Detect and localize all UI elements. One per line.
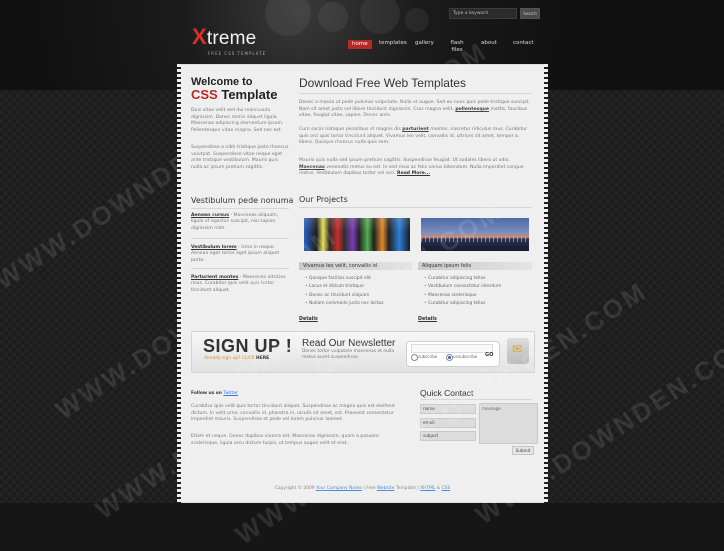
read-more-link[interactable]: Read More... [397,171,430,176]
list-item: Vestibulum consectetur interdum [424,283,501,291]
site-logo[interactable]: Xtreme FREE CSS TEMPLATE [192,24,266,56]
bokeh-light [318,2,348,32]
nav-home[interactable]: home [348,40,372,49]
project-bullet-list: Curabitur adipiscing tellus Vestibulum c… [424,275,501,309]
search-button[interactable]: Search [520,8,540,19]
footer-css-link[interactable]: CSS [442,486,451,491]
nav-gallery[interactable]: gallery [415,40,434,47]
unsubscribe-radio[interactable] [446,354,453,361]
footer-website-link[interactable]: Website [377,486,395,491]
subscribe-label: subscribe [418,354,438,359]
inline-link[interactable]: pellentesque [455,107,489,112]
unsubscribe-label: unsubscribe [453,354,478,359]
subscribe-radio[interactable] [411,354,418,361]
contact-message-field[interactable]: message [479,403,538,444]
contact-submit-button[interactable]: Submit [512,446,534,455]
search-input[interactable]: Type a keyword [449,8,517,19]
bokeh-light [405,8,429,32]
search-form: Type a keyword Search [449,8,540,19]
logo-text: treme [206,28,257,49]
sidebar-entry-link[interactable]: Vestibulum lorem [191,245,237,250]
nav-templates[interactable]: templates [379,40,407,47]
list-item: Maecenas scelerisque [424,292,501,300]
project-details-link[interactable]: Details [418,317,437,322]
projects-title: Our Projects [299,195,348,204]
newsletter-email-input[interactable] [411,344,493,353]
logo-tagline: FREE CSS TEMPLATE [208,51,267,56]
inline-link[interactable]: parturient [402,127,429,132]
list-item: Curabitur adipiscing tellus [424,300,501,308]
nav-contact[interactable]: contact [513,40,534,47]
sidebar-divider [191,238,289,239]
footer-xhtml-link[interactable]: XHTML [420,486,435,491]
list-item: Curabitur adipiscing tellus [424,275,501,283]
sidebar-entry-link[interactable]: Parturient montes [191,275,238,280]
logo-mark: X [192,24,207,49]
